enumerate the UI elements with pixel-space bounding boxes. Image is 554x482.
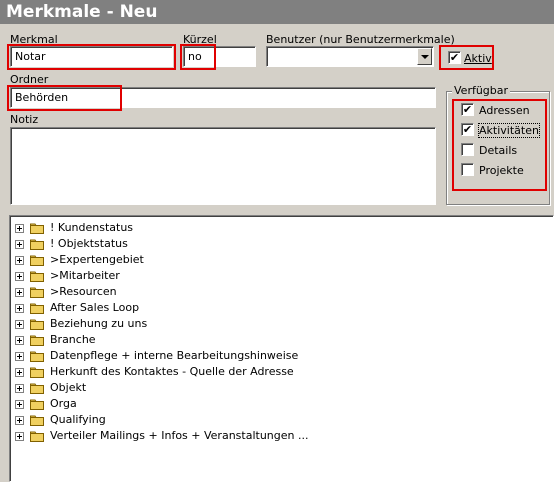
folder-icon <box>30 367 44 378</box>
tree-item-label: Verteiler Mailings + Infos + Veranstaltu… <box>50 429 309 442</box>
folder-icon <box>30 239 44 250</box>
benutzer-select[interactable] <box>266 46 434 67</box>
tree-item-label: ! Kundenstatus <box>50 221 134 234</box>
tree-item[interactable]: ! Kundenstatus <box>10 220 550 236</box>
benutzer-label: Benutzer (nur Benutzermerkmale) <box>266 33 455 46</box>
tree-item-label: ! Objektstatus <box>50 237 128 250</box>
kuerzel-input[interactable]: no <box>183 46 256 67</box>
tree-item[interactable]: Qualifying <box>10 412 550 428</box>
folder-icon <box>30 319 44 330</box>
verfuegbar-label: Verfügbar <box>452 84 511 97</box>
tree-item[interactable]: ! Objektstatus <box>10 236 550 252</box>
aktiv-label: Aktiv <box>464 52 492 65</box>
folder-icon <box>30 431 44 442</box>
details-label: Details <box>479 144 518 157</box>
ordner-label: Ordner <box>10 73 49 86</box>
tree-item-label: Objekt <box>50 381 87 394</box>
merkmal-value: Notar <box>15 50 46 63</box>
tree-item[interactable]: >Expertengebiet <box>10 252 550 268</box>
tree-item-label: >Expertengebiet <box>50 253 144 266</box>
expand-icon[interactable] <box>15 400 24 409</box>
expand-icon[interactable] <box>15 384 24 393</box>
expand-icon[interactable] <box>15 368 24 377</box>
kuerzel-value: no <box>188 50 202 63</box>
expand-icon[interactable] <box>15 432 24 441</box>
aktivitaeten-label: Aktivitäten <box>478 123 540 138</box>
tree-item-label: Datenpflege + interne Bearbeitungshinwei… <box>50 349 299 362</box>
expand-icon[interactable] <box>15 304 24 313</box>
tree-item-label: >Mitarbeiter <box>50 269 120 282</box>
folder-icon <box>30 271 44 282</box>
tree-item[interactable]: Datenpflege + interne Bearbeitungshinwei… <box>10 348 550 364</box>
tree-item-label: Herkunft des Kontaktes - Quelle der Adre… <box>50 365 294 378</box>
expand-icon[interactable] <box>15 288 24 297</box>
expand-icon[interactable] <box>15 320 24 329</box>
expand-icon[interactable] <box>15 272 24 281</box>
expand-icon[interactable] <box>15 240 24 249</box>
projekte-label: Projekte <box>479 164 524 177</box>
expand-icon[interactable] <box>15 336 24 345</box>
kuerzel-label: Kürzel <box>183 33 217 46</box>
tree-item-label: >Resourcen <box>50 285 117 298</box>
ordner-input[interactable]: Behörden <box>10 87 436 108</box>
folder-tree[interactable]: ! Kundenstatus ! Objektstatus >Expertengeb… <box>9 215 554 482</box>
tree-item[interactable]: >Mitarbeiter <box>10 268 550 284</box>
projekte-checkbox[interactable] <box>461 163 474 176</box>
notiz-textarea[interactable] <box>10 127 436 205</box>
expand-icon[interactable] <box>15 352 24 361</box>
adressen-checkbox[interactable]: ✔ <box>461 103 474 116</box>
tree-item-label: Branche <box>50 333 96 346</box>
ordner-value: Behörden <box>15 91 69 104</box>
notiz-label: Notiz <box>10 113 39 126</box>
window-title: Merkmale - Neu <box>6 2 158 22</box>
benutzer-dropdown-button[interactable] <box>417 48 432 65</box>
aktiv-checkbox[interactable]: ✔ <box>448 51 461 64</box>
tree-item[interactable]: Orga <box>10 396 550 412</box>
folder-icon <box>30 287 44 298</box>
folder-icon <box>30 255 44 266</box>
tree-item[interactable]: Verteiler Mailings + Infos + Veranstaltu… <box>10 428 550 444</box>
tree-item[interactable]: Objekt <box>10 380 550 396</box>
aktivitaeten-checkbox[interactable]: ✔ <box>461 123 474 136</box>
tree-item[interactable]: Branche <box>10 332 550 348</box>
tree-item[interactable]: >Resourcen <box>10 284 550 300</box>
tree-item-label: After Sales Loop <box>50 301 140 314</box>
folder-icon <box>30 399 44 410</box>
merkmal-label: Merkmal <box>10 33 58 46</box>
folder-icon <box>30 415 44 426</box>
expand-icon[interactable] <box>15 256 24 265</box>
merkmal-input[interactable]: Notar <box>10 46 173 67</box>
expand-icon[interactable] <box>15 224 24 233</box>
folder-icon <box>30 351 44 362</box>
expand-icon[interactable] <box>15 416 24 425</box>
tree-item[interactable]: Beziehung zu uns <box>10 316 550 332</box>
details-checkbox[interactable] <box>461 143 474 156</box>
folder-icon <box>30 303 44 314</box>
tree-item-label: Beziehung zu uns <box>50 317 148 330</box>
folder-icon <box>30 223 44 234</box>
tree-item[interactable]: Herkunft des Kontaktes - Quelle der Adre… <box>10 364 550 380</box>
tree-item-label: Orga <box>50 397 77 410</box>
adressen-label: Adressen <box>479 104 530 117</box>
tree-item[interactable]: After Sales Loop <box>10 300 550 316</box>
tree-item-label: Qualifying <box>50 413 106 426</box>
chevron-down-icon <box>421 55 429 59</box>
folder-icon <box>30 335 44 346</box>
folder-icon <box>30 383 44 394</box>
